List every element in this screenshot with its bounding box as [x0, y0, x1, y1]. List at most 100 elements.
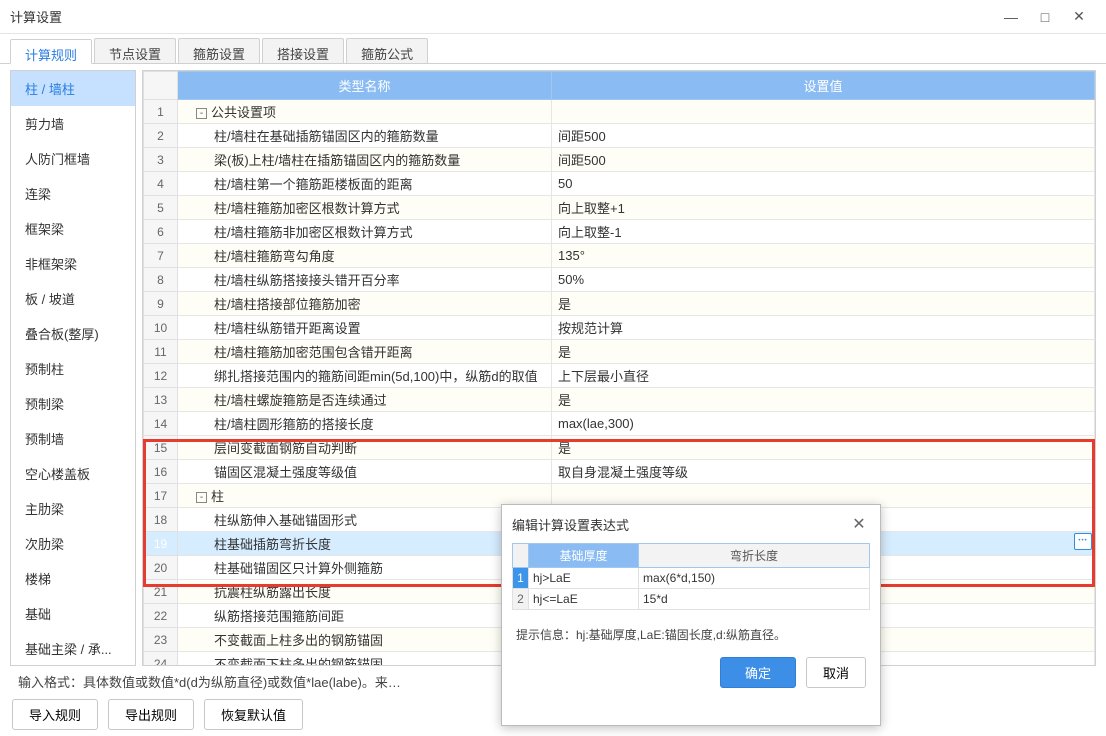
sidebar-item[interactable]: 空心楼盖板 — [11, 456, 135, 491]
cell-value[interactable]: 是 — [552, 292, 1095, 316]
cell-name: 不变截面上柱多出的钢筋锚固 — [178, 628, 552, 652]
table-row[interactable]: 5柱/墙柱箍筋加密区根数计算方式向上取整+1 — [144, 196, 1095, 220]
table-row[interactable]: 6柱/墙柱箍筋非加密区根数计算方式向上取整-1 — [144, 220, 1095, 244]
sidebar-item[interactable]: 预制柱 — [11, 351, 135, 386]
window-title: 计算设置 — [10, 7, 994, 26]
sidebar-item[interactable]: 楼梯 — [11, 561, 135, 596]
table-row[interactable]: 8柱/墙柱纵筋搭接接头错开百分率50% — [144, 268, 1095, 292]
cell-value[interactable]: max(lae,300) — [552, 412, 1095, 436]
cell-name: 绑扎搭接范围内的箍筋间距min(5d,100)中，纵筋d的取值 — [178, 364, 552, 388]
cell-name: 柱/墙柱纵筋错开距离设置 — [178, 316, 552, 340]
collapse-icon[interactable]: - — [196, 492, 207, 503]
cell-value[interactable]: 50% — [552, 268, 1095, 292]
cell-value[interactable]: 按规范计算 — [552, 316, 1095, 340]
cell-value[interactable]: 取自身混凝土强度等级 — [552, 460, 1095, 484]
expr-header-bendlen[interactable]: 弯折长度 — [639, 544, 870, 568]
cell-name: 柱/墙柱箍筋加密区根数计算方式 — [178, 196, 552, 220]
minimize-button[interactable]: — — [994, 3, 1028, 31]
expression-table: 基础厚度 弯折长度 1hj>LaEmax(6*d,150)2hj<=LaE15*… — [512, 543, 870, 610]
cell-value[interactable]: 间距500 — [552, 148, 1095, 172]
cell-value[interactable]: 上下层最小直径 — [552, 364, 1095, 388]
expr-cell-condition[interactable]: hj<=LaE — [529, 589, 639, 610]
modal-ok-button[interactable]: 确定 — [720, 657, 796, 688]
cell-name: 纵筋搭接范围箍筋间距 — [178, 604, 552, 628]
table-row[interactable]: 15层间变截面钢筋自动判断是 — [144, 436, 1095, 460]
tab-lap-setting[interactable]: 搭接设置 — [262, 38, 344, 63]
sidebar-item[interactable]: 非框架梁 — [11, 246, 135, 281]
table-row[interactable]: 1-公共设置项 — [144, 100, 1095, 124]
tab-calc-rules[interactable]: 计算规则 — [10, 39, 92, 64]
expr-header-thickness[interactable]: 基础厚度 — [529, 544, 639, 568]
collapse-icon[interactable]: - — [196, 108, 207, 119]
cell-value[interactable] — [552, 100, 1095, 124]
cell-value[interactable]: 是 — [552, 340, 1095, 364]
sidebar-item[interactable]: 预制墙 — [11, 421, 135, 456]
row-number: 6 — [144, 220, 178, 244]
cell-value[interactable]: 间距500 — [552, 124, 1095, 148]
more-icon[interactable]: ••• — [1074, 533, 1092, 550]
sidebar-item[interactable]: 框架梁 — [11, 211, 135, 246]
cell-value[interactable]: 向上取整+1 — [552, 196, 1095, 220]
cell-value[interactable]: 是 — [552, 388, 1095, 412]
import-rules-button[interactable]: 导入规则 — [12, 699, 98, 730]
table-row[interactable]: 11柱/墙柱箍筋加密范围包含错开距离是 — [144, 340, 1095, 364]
table-row[interactable]: 10柱/墙柱纵筋错开距离设置按规范计算 — [144, 316, 1095, 340]
modal-close-icon[interactable]: ✕ — [848, 513, 870, 535]
table-row[interactable]: 4柱/墙柱第一个箍筋距楼板面的距离50 — [144, 172, 1095, 196]
table-row[interactable]: 14柱/墙柱圆形箍筋的搭接长度max(lae,300) — [144, 412, 1095, 436]
cell-name: -柱 — [178, 484, 552, 508]
sidebar-item[interactable]: 次肋梁 — [11, 526, 135, 561]
row-number: 1 — [144, 100, 178, 124]
row-number: 24 — [144, 652, 178, 667]
expr-row[interactable]: 2hj<=LaE15*d — [513, 589, 870, 610]
tab-node-setting[interactable]: 节点设置 — [94, 38, 176, 63]
cell-name: 柱基础插筋弯折长度 — [178, 532, 552, 556]
row-number: 10 — [144, 316, 178, 340]
sidebar-item[interactable]: 基础 — [11, 596, 135, 631]
table-row[interactable]: 16锚固区混凝土强度等级值取自身混凝土强度等级 — [144, 460, 1095, 484]
cell-value[interactable]: 135° — [552, 244, 1095, 268]
expr-cell-value[interactable]: max(6*d,150) — [639, 568, 870, 589]
sidebar-item[interactable]: 基础主梁 / 承... — [11, 631, 135, 666]
cell-value[interactable]: 50 — [552, 172, 1095, 196]
cell-name: 柱/墙柱纵筋搭接接头错开百分率 — [178, 268, 552, 292]
expr-cell-condition[interactable]: hj>LaE — [529, 568, 639, 589]
tab-stirrup-formula[interactable]: 箍筋公式 — [346, 38, 428, 63]
top-tabs: 计算规则 节点设置 箍筋设置 搭接设置 箍筋公式 — [0, 34, 1106, 64]
table-row[interactable]: 2柱/墙柱在基础插筋锚固区内的箍筋数量间距500 — [144, 124, 1095, 148]
close-button[interactable]: ✕ — [1062, 3, 1096, 31]
row-number: 23 — [144, 628, 178, 652]
row-number: 8 — [144, 268, 178, 292]
export-rules-button[interactable]: 导出规则 — [108, 699, 194, 730]
sidebar-item[interactable]: 剪力墙 — [11, 106, 135, 141]
modal-title: 编辑计算设置表达式 — [512, 515, 848, 534]
sidebar-item[interactable]: 柱 / 墙柱 — [11, 71, 135, 106]
maximize-button[interactable]: □ — [1028, 3, 1062, 31]
row-number: 11 — [144, 340, 178, 364]
table-row[interactable]: 9柱/墙柱搭接部位箍筋加密是 — [144, 292, 1095, 316]
sidebar-item[interactable]: 人防门框墙 — [11, 141, 135, 176]
row-number: 2 — [144, 124, 178, 148]
cell-value[interactable]: 是 — [552, 436, 1095, 460]
sidebar-item[interactable]: 板 / 坡道 — [11, 281, 135, 316]
table-row[interactable]: 3梁(板)上柱/墙柱在插筋锚固区内的箍筋数量间距500 — [144, 148, 1095, 172]
expr-row[interactable]: 1hj>LaEmax(6*d,150) — [513, 568, 870, 589]
expr-cell-value[interactable]: 15*d — [639, 589, 870, 610]
modal-cancel-button[interactable]: 取消 — [806, 657, 866, 688]
cell-name: 柱/墙柱在基础插筋锚固区内的箍筋数量 — [178, 124, 552, 148]
cell-value[interactable]: 向上取整-1 — [552, 220, 1095, 244]
reset-default-button[interactable]: 恢复默认值 — [204, 699, 303, 730]
cell-name: 柱/墙柱箍筋非加密区根数计算方式 — [178, 220, 552, 244]
table-row[interactable]: 13柱/墙柱螺旋箍筋是否连续通过是 — [144, 388, 1095, 412]
sidebar-item[interactable]: 主肋梁 — [11, 491, 135, 526]
cell-name: 柱/墙柱圆形箍筋的搭接长度 — [178, 412, 552, 436]
table-row[interactable]: 12绑扎搭接范围内的箍筋间距min(5d,100)中，纵筋d的取值上下层最小直径 — [144, 364, 1095, 388]
row-number: 18 — [144, 508, 178, 532]
sidebar-item[interactable]: 连梁 — [11, 176, 135, 211]
sidebar-item[interactable]: 预制梁 — [11, 386, 135, 421]
tab-stirrup-setting[interactable]: 箍筋设置 — [178, 38, 260, 63]
cell-name: 柱/墙柱搭接部位箍筋加密 — [178, 292, 552, 316]
table-row[interactable]: 7柱/墙柱箍筋弯勾角度135° — [144, 244, 1095, 268]
row-number: 21 — [144, 580, 178, 604]
sidebar-item[interactable]: 叠合板(整厚) — [11, 316, 135, 351]
